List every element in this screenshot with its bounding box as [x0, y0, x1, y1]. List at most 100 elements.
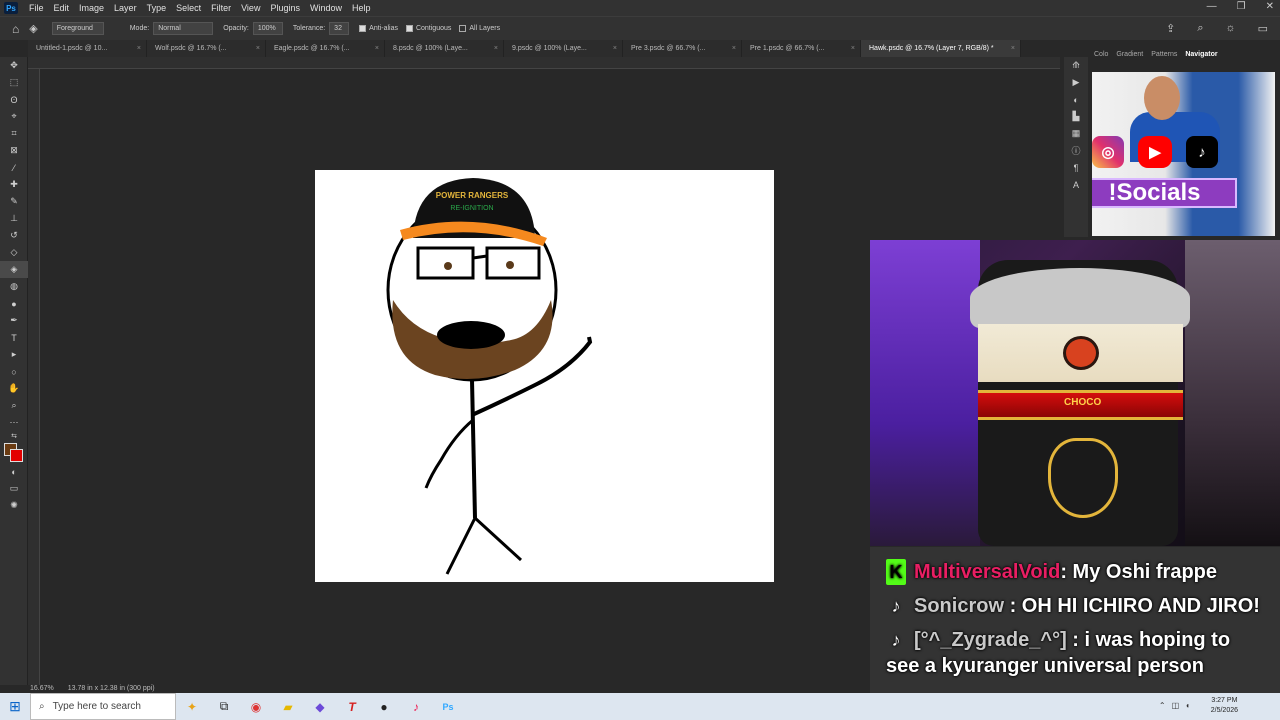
- eraser-tool-icon[interactable]: ◇: [0, 244, 28, 261]
- close-icon[interactable]: ×: [732, 45, 736, 52]
- taskbar-search[interactable]: ⌕ Type here to search: [30, 693, 176, 720]
- tab-wolf[interactable]: Wolf.psdc @ 16.7% (... ×: [147, 40, 266, 57]
- paint-bucket-tool-icon[interactable]: ◈: [0, 261, 28, 278]
- move-tool-icon[interactable]: ✥: [0, 57, 28, 74]
- menu-help[interactable]: Help: [347, 3, 376, 13]
- obs-icon[interactable]: ●: [368, 693, 400, 720]
- menu-image[interactable]: Image: [74, 3, 109, 13]
- pen-tool-icon[interactable]: ✒: [0, 312, 28, 329]
- fill-source-select[interactable]: Foreground: [51, 22, 104, 35]
- lasso-tool-icon[interactable]: ʘ: [0, 91, 28, 108]
- close-icon[interactable]: ×: [256, 45, 260, 52]
- hand-tool-icon[interactable]: ✋: [0, 380, 28, 397]
- menu-view[interactable]: View: [236, 3, 265, 13]
- object-select-tool-icon[interactable]: ⌖: [0, 108, 28, 125]
- antialias-checkbox[interactable]: [359, 25, 367, 32]
- zoom-tool-icon[interactable]: ⌕: [0, 397, 28, 414]
- tab-pre-1[interactable]: Pre 1.psdc @ 66.7% (... ×: [742, 40, 861, 57]
- menu-edit[interactable]: Edit: [49, 3, 75, 13]
- tab-eagle[interactable]: Eagle.psdc @ 16.7% (... ×: [266, 40, 385, 57]
- document-canvas[interactable]: POWER RANGERS RE-IGNITION: [315, 170, 774, 582]
- minimize-icon[interactable]: —: [1207, 1, 1217, 12]
- menu-type[interactable]: Type: [142, 3, 172, 13]
- close-icon[interactable]: ×: [1011, 45, 1015, 52]
- task-view-icon[interactable]: ⧉: [208, 693, 240, 720]
- tab-untitled-1[interactable]: Untitled-1.psdc @ 10... ×: [28, 40, 147, 57]
- swap-colors-icon[interactable]: ⇆: [0, 431, 28, 441]
- network-icon[interactable]: ◫: [1172, 701, 1180, 710]
- typora-icon[interactable]: T: [336, 693, 368, 720]
- type-tool-icon[interactable]: T: [0, 329, 28, 346]
- frame-tool-icon[interactable]: ⊠: [0, 142, 28, 159]
- lightbulb-icon[interactable]: ☼: [1226, 22, 1236, 35]
- history-brush-icon[interactable]: ↺: [0, 227, 28, 244]
- info-icon[interactable]: ⓘ: [1064, 142, 1088, 159]
- histogram-icon[interactable]: ▙: [1064, 108, 1088, 125]
- close-icon[interactable]: ×: [375, 45, 379, 52]
- adjustments-icon[interactable]: ◐: [1064, 91, 1088, 108]
- chevron-up-icon[interactable]: ⌃: [1159, 701, 1166, 710]
- dodge-tool-icon[interactable]: ●: [0, 295, 28, 312]
- blur-tool-icon[interactable]: ◍: [0, 278, 28, 295]
- more-tools-icon[interactable]: ⋯: [0, 414, 28, 431]
- taskbar-clock[interactable]: 3:27 PM 2/5/2026: [1211, 696, 1238, 716]
- workspace-icon[interactable]: ▭: [1258, 22, 1268, 35]
- generative-icon[interactable]: ✺: [0, 497, 28, 514]
- screen-mode-icon[interactable]: ▭: [0, 480, 28, 497]
- menu-layer[interactable]: Layer: [109, 3, 142, 13]
- tab-hawk[interactable]: Hawk.psdc @ 16.7% (Layer 7, RGB/8) * ×: [861, 40, 1021, 57]
- windows-start-icon[interactable]: ⊞: [0, 693, 30, 720]
- paint-bucket-icon[interactable]: ◈: [29, 22, 37, 35]
- close-icon[interactable]: ×: [613, 45, 617, 52]
- shape-tool-icon[interactable]: ○: [0, 363, 28, 380]
- mode-select[interactable]: Normal: [153, 22, 214, 35]
- share-icon[interactable]: ⇪: [1166, 22, 1175, 35]
- tab-8[interactable]: 8.psdc @ 100% (Laye... ×: [385, 40, 504, 57]
- glyphs-icon[interactable]: A: [1064, 176, 1088, 193]
- menu-window[interactable]: Window: [305, 3, 347, 13]
- volume-icon[interactable]: ◖: [1185, 701, 1190, 710]
- maximize-icon[interactable]: ❐: [1237, 1, 1246, 12]
- close-icon[interactable]: ×: [851, 45, 855, 52]
- paragraph-icon[interactable]: ¶: [1064, 159, 1088, 176]
- search-icon[interactable]: ⌕: [1197, 22, 1203, 35]
- quick-mask-icon[interactable]: ◐: [0, 463, 28, 480]
- app-icon[interactable]: ◆: [304, 693, 336, 720]
- swatches-icon[interactable]: ▦: [1064, 125, 1088, 142]
- all-layers-checkbox[interactable]: [459, 25, 467, 32]
- color-swatches[interactable]: [0, 441, 28, 463]
- tab-color[interactable]: Colo: [1090, 48, 1112, 64]
- close-icon[interactable]: ×: [137, 45, 141, 52]
- contiguous-checkbox[interactable]: [405, 25, 413, 32]
- tab-patterns[interactable]: Patterns: [1147, 48, 1181, 64]
- document-info[interactable]: 13.78 in x 12.38 in (300 ppi): [68, 685, 155, 692]
- tiktok-live-icon[interactable]: ♪: [400, 693, 432, 720]
- eyedropper-tool-icon[interactable]: ⁄: [0, 159, 28, 176]
- brush-tool-icon[interactable]: ✎: [0, 193, 28, 210]
- close-icon[interactable]: ✕: [1266, 1, 1274, 12]
- menu-filter[interactable]: Filter: [206, 3, 236, 13]
- tab-pre-3[interactable]: Pre 3.psdc @ 66.7% (... ×: [623, 40, 742, 57]
- close-icon[interactable]: ×: [494, 45, 498, 52]
- tab-9[interactable]: 9.psdc @ 100% (Laye... ×: [504, 40, 623, 57]
- crop-tool-icon[interactable]: ⌗: [0, 125, 28, 142]
- photoshop-taskbar-icon[interactable]: Ps: [432, 693, 464, 720]
- zoom-level[interactable]: 16.67%: [30, 685, 54, 692]
- path-select-icon[interactable]: ▸: [0, 346, 28, 363]
- menu-file[interactable]: File: [24, 3, 49, 13]
- play-icon[interactable]: ▶: [1064, 74, 1088, 91]
- opacity-input[interactable]: 100%: [252, 22, 283, 35]
- background-swatch[interactable]: [10, 449, 23, 462]
- marquee-tool-icon[interactable]: ⬚: [0, 74, 28, 91]
- copilot-icon[interactable]: ✦: [176, 693, 208, 720]
- clone-stamp-icon[interactable]: ⊥: [0, 210, 28, 227]
- healing-brush-icon[interactable]: ✚: [0, 176, 28, 193]
- tab-gradient[interactable]: Gradient: [1112, 48, 1147, 64]
- libraries-icon[interactable]: ⟰: [1064, 57, 1088, 74]
- home-icon[interactable]: ⌂: [12, 22, 19, 36]
- menu-plugins[interactable]: Plugins: [265, 3, 305, 13]
- file-explorer-icon[interactable]: ▰: [272, 693, 304, 720]
- tab-navigator[interactable]: Navigator: [1181, 48, 1221, 64]
- menu-select[interactable]: Select: [171, 3, 206, 13]
- tolerance-input[interactable]: 32: [329, 22, 350, 35]
